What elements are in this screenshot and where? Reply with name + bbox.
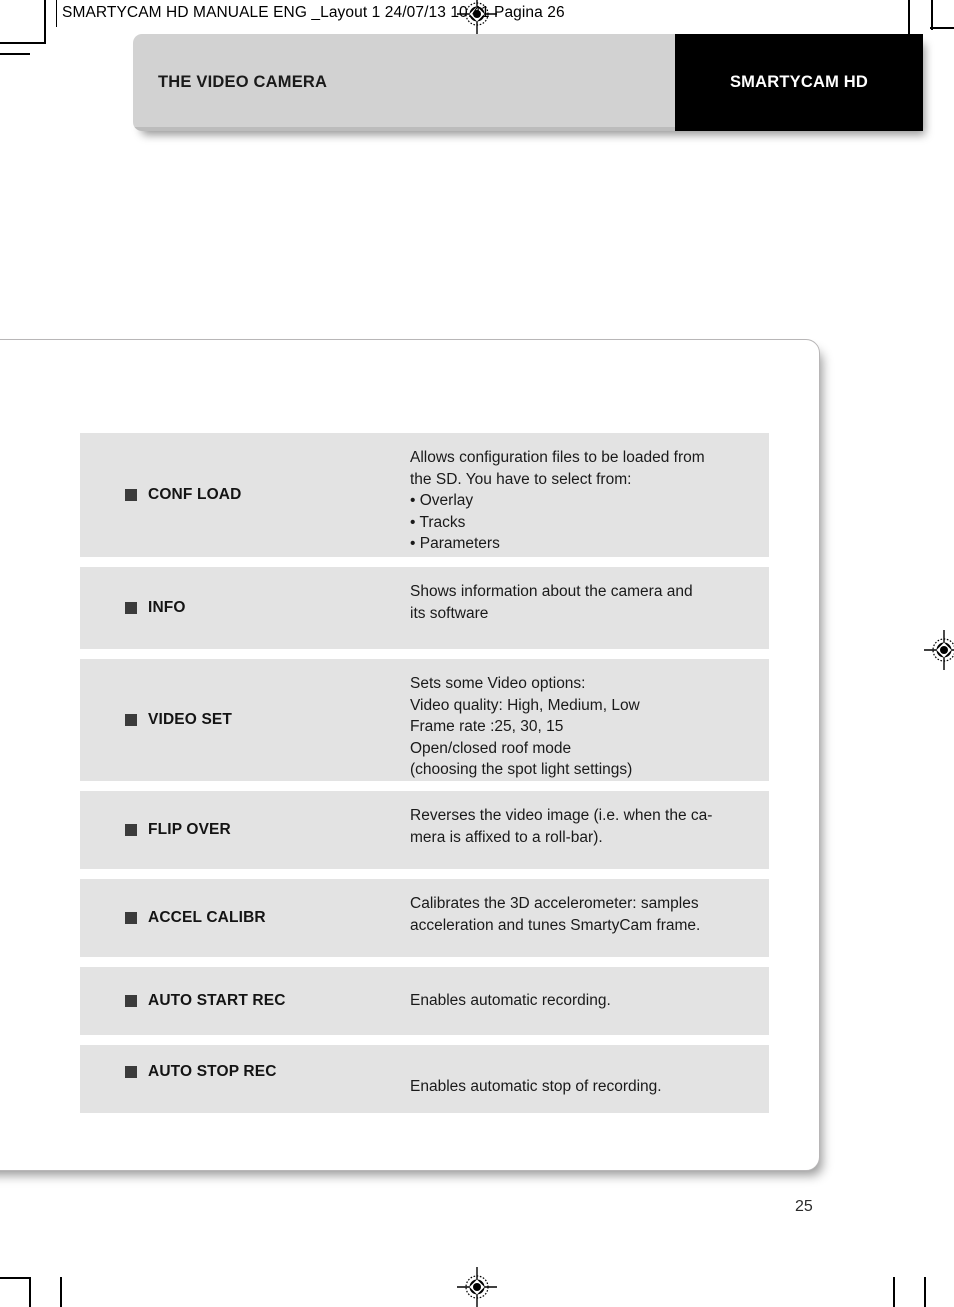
banner-section: THE VIDEO CAMERA [133,34,675,131]
print-header-label: SMARTYCAM HD MANUALE ENG _Layout 1 24/07… [62,4,565,21]
description-line: Shows information about the camera and [410,583,693,600]
table-row: ACCEL CALIBR Calibrates the 3D accelerom… [80,879,769,957]
table-cell-label: ACCEL CALIBR [80,909,410,927]
crop-mark-top-left-bleed [0,53,30,55]
option-description: Enables automatic recording. [410,990,755,1012]
table-cell-description: Shows information about the camera and i… [410,567,769,624]
table-row: AUTO START REC Enables automatic recordi… [80,967,769,1035]
bullet-square-icon [125,824,137,836]
description-line: Frame rate :25, 30, 15 [410,718,564,735]
page-number: 25 [795,1198,813,1215]
table-cell-label: AUTO START REC [80,992,410,1010]
option-description: Calibrates the 3D accelerometer: samples… [410,893,755,936]
description-line: Enables automatic recording. [410,992,611,1010]
description-line: • Tracks [410,513,466,531]
description-line: Calibrates the 3D accelerometer: samples [410,895,699,912]
table-cell-label: VIDEO SET [80,711,410,729]
option-description: Reverses the video image (i.e. when the … [410,805,755,848]
print-header-bar: SMARTYCAM HD MANUALE ENG _Layout 1 24/07… [0,0,954,28]
description-line: Reverses the video image (i.e. when the … [410,807,713,824]
crop-mark-bottom-left-horizontal [0,1277,30,1279]
table-row: INFO Shows information about the camera … [80,567,769,649]
table-cell-label: CONF LOAD [80,486,410,504]
description-line: Allows configuration files to be loaded … [410,449,705,466]
option-description: Allows configuration files to be loaded … [410,447,755,555]
registration-mark-bottom [457,1267,497,1307]
option-description: Sets some Video options: Video quality: … [410,673,755,781]
bullet-square-icon [125,489,137,501]
crop-mark-bottom-left-bleed [60,1277,62,1307]
table-cell-description: Enables automatic recording. [410,990,769,1012]
registration-mark-right [924,630,954,670]
description-line: Sets some Video options: [410,675,586,692]
bullet-square-icon [125,912,137,924]
banner-brand-block: SMARTYCAM HD [675,34,923,131]
option-name: INFO [148,599,186,616]
bullet-square-icon [125,602,137,614]
option-name: AUTO START REC [148,992,286,1009]
option-name: AUTO STOP REC [148,1063,277,1080]
bullet-square-icon [125,714,137,726]
description-line: its software [410,604,489,622]
description-line: the SD. You have to select from: [410,470,632,488]
table-cell-description: Reverses the video image (i.e. when the … [410,791,769,848]
table-row: VIDEO SET Sets some Video options: Video… [80,659,769,781]
page-title-banner: THE VIDEO CAMERA SMARTYCAM HD [133,34,923,131]
description-line: Enables automatic stop of recording. [410,1078,662,1095]
menu-options-table: CONF LOAD Allows configuration files to … [80,433,769,1113]
table-cell-label: AUTO STOP REC [80,1045,410,1081]
description-line: • Overlay [410,492,474,509]
option-description: Shows information about the camera and i… [410,581,755,624]
crop-mark-top-left-horizontal [0,42,44,44]
print-header-divider [56,0,57,27]
table-row: AUTO STOP REC Enables automatic stop of … [80,1045,769,1113]
table-row: CONF LOAD Allows configuration files to … [80,433,769,557]
option-description: Enables automatic stop of recording. [410,1076,755,1098]
bullet-square-icon [125,1066,137,1078]
option-name: ACCEL CALIBR [148,909,266,926]
table-cell-description: Enables automatic stop of recording. [410,1045,769,1098]
crop-mark-bottom-right-vertical [893,1277,895,1307]
product-brand-label: SMARTYCAM HD [729,73,869,91]
crop-mark-bottom-left-vertical [29,1277,31,1307]
table-cell-label: INFO [80,599,410,617]
description-line: Open/closed roof mode [410,739,572,757]
option-name: CONF LOAD [148,486,242,503]
description-line: Video quality: High, Medium, Low [410,696,640,714]
option-name: VIDEO SET [148,711,233,728]
option-name: FLIP OVER [148,821,231,838]
table-cell-label: FLIP OVER [80,821,410,839]
crop-mark-bottom-right-outer [924,1277,926,1307]
table-cell-description: Allows configuration files to be loaded … [410,433,769,555]
table-cell-description: Calibrates the 3D accelerometer: samples… [410,879,769,936]
table-row: FLIP OVER Reverses the video image (i.e.… [80,791,769,869]
description-line: mera is affixed to a roll-bar). [410,828,603,846]
description-line: • Parameters [410,535,500,552]
page-title: THE VIDEO CAMERA [158,73,328,91]
table-cell-description: Sets some Video options: Video quality: … [410,659,769,781]
bullet-square-icon [125,995,137,1007]
description-line: (choosing the spot light settings) [410,761,633,778]
description-line: acceleration and tunes SmartyCam frame. [410,916,701,934]
